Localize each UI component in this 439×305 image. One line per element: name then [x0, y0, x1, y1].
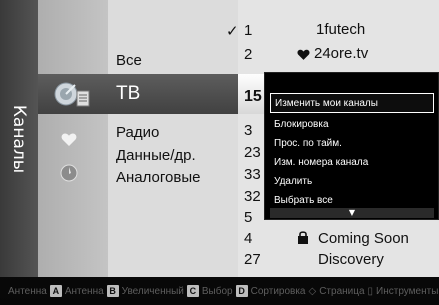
heart-icon	[296, 48, 310, 62]
category-item-analog[interactable]: Аналоговые	[116, 169, 200, 186]
tools-item-lock[interactable]: Блокировка	[270, 115, 434, 135]
category-item-radio[interactable]: Радио	[116, 124, 159, 141]
category-item-all[interactable]: Все	[116, 52, 142, 69]
menu-title-bar: Каналы	[0, 0, 38, 277]
antenna-hint: Антенна	[8, 285, 47, 297]
tools-item-edit-channel-number[interactable]: Изм. номера канала	[270, 153, 434, 173]
key-a-icon[interactable]: A	[49, 285, 62, 297]
channel-number[interactable]: 2	[244, 46, 252, 63]
checkmark-icon: ✓	[226, 22, 239, 40]
channel-name[interactable]: 1futech	[316, 21, 365, 38]
channel-menu-panel: Каналы Все ТВ Радио Данные/др. Аналоговы…	[0, 0, 439, 277]
tools-item-timer-view[interactable]: Прос. по тайм.	[270, 134, 434, 154]
key-c-icon[interactable]: C	[186, 285, 199, 297]
channel-number[interactable]: 27	[244, 251, 261, 268]
heart-icon[interactable]	[58, 130, 80, 150]
satellite-dish-icon[interactable]	[52, 78, 92, 112]
channel-number-active[interactable]: 15	[244, 88, 262, 106]
icon-column: ◂	[38, 0, 132, 277]
menu-title: Каналы	[9, 104, 29, 173]
page-arrows-icon[interactable]: ◇	[309, 286, 317, 297]
channel-name[interactable]: Coming Soon	[318, 230, 409, 247]
lock-icon	[297, 230, 309, 249]
tools-item-delete[interactable]: Удалить	[270, 172, 434, 192]
channel-name[interactable]: Discovery	[318, 251, 384, 268]
category-item-tv[interactable]: ТВ	[116, 83, 140, 105]
tools-label: Инструменты	[376, 285, 439, 297]
category-item-data[interactable]: Данные/др.	[116, 147, 196, 164]
key-d-label: Сортировка	[250, 285, 306, 297]
channel-number[interactable]: 23	[244, 144, 261, 161]
channel-name[interactable]: 24ore.tv	[314, 45, 368, 62]
channel-number[interactable]: 5	[244, 209, 252, 226]
key-c-label: Выбор	[201, 285, 233, 297]
key-d-icon[interactable]: D	[235, 285, 248, 297]
channel-number[interactable]: 4	[244, 230, 252, 247]
category-column: Все ТВ Радио Данные/др. Аналоговые	[108, 0, 238, 277]
channel-number[interactable]: 1	[244, 22, 252, 39]
tools-icon[interactable]: ▯	[368, 286, 374, 297]
page-label: Страница	[319, 285, 365, 297]
channel-list-screen: Каналы Все ТВ Радио Данные/др. Аналоговы…	[0, 0, 439, 305]
bottom-key-bar: Антенна A Антенна B Увеличенный C Выбор …	[0, 277, 439, 305]
key-b-icon[interactable]: B	[106, 285, 119, 297]
tools-item-edit-my-channels[interactable]: Изменить мои каналы	[270, 93, 434, 113]
scroll-down-indicator[interactable]: ▼	[270, 208, 434, 218]
clock-icon[interactable]	[58, 162, 80, 184]
channel-number[interactable]: 3	[244, 122, 252, 139]
channel-number[interactable]: 33	[244, 166, 261, 183]
channel-number[interactable]: 32	[244, 188, 261, 205]
key-b-label: Увеличенный	[121, 285, 184, 297]
key-a-label: Антенна	[64, 285, 104, 297]
tools-popup-menu: Изменить мои каналы Блокировка Прос. по …	[264, 72, 439, 220]
